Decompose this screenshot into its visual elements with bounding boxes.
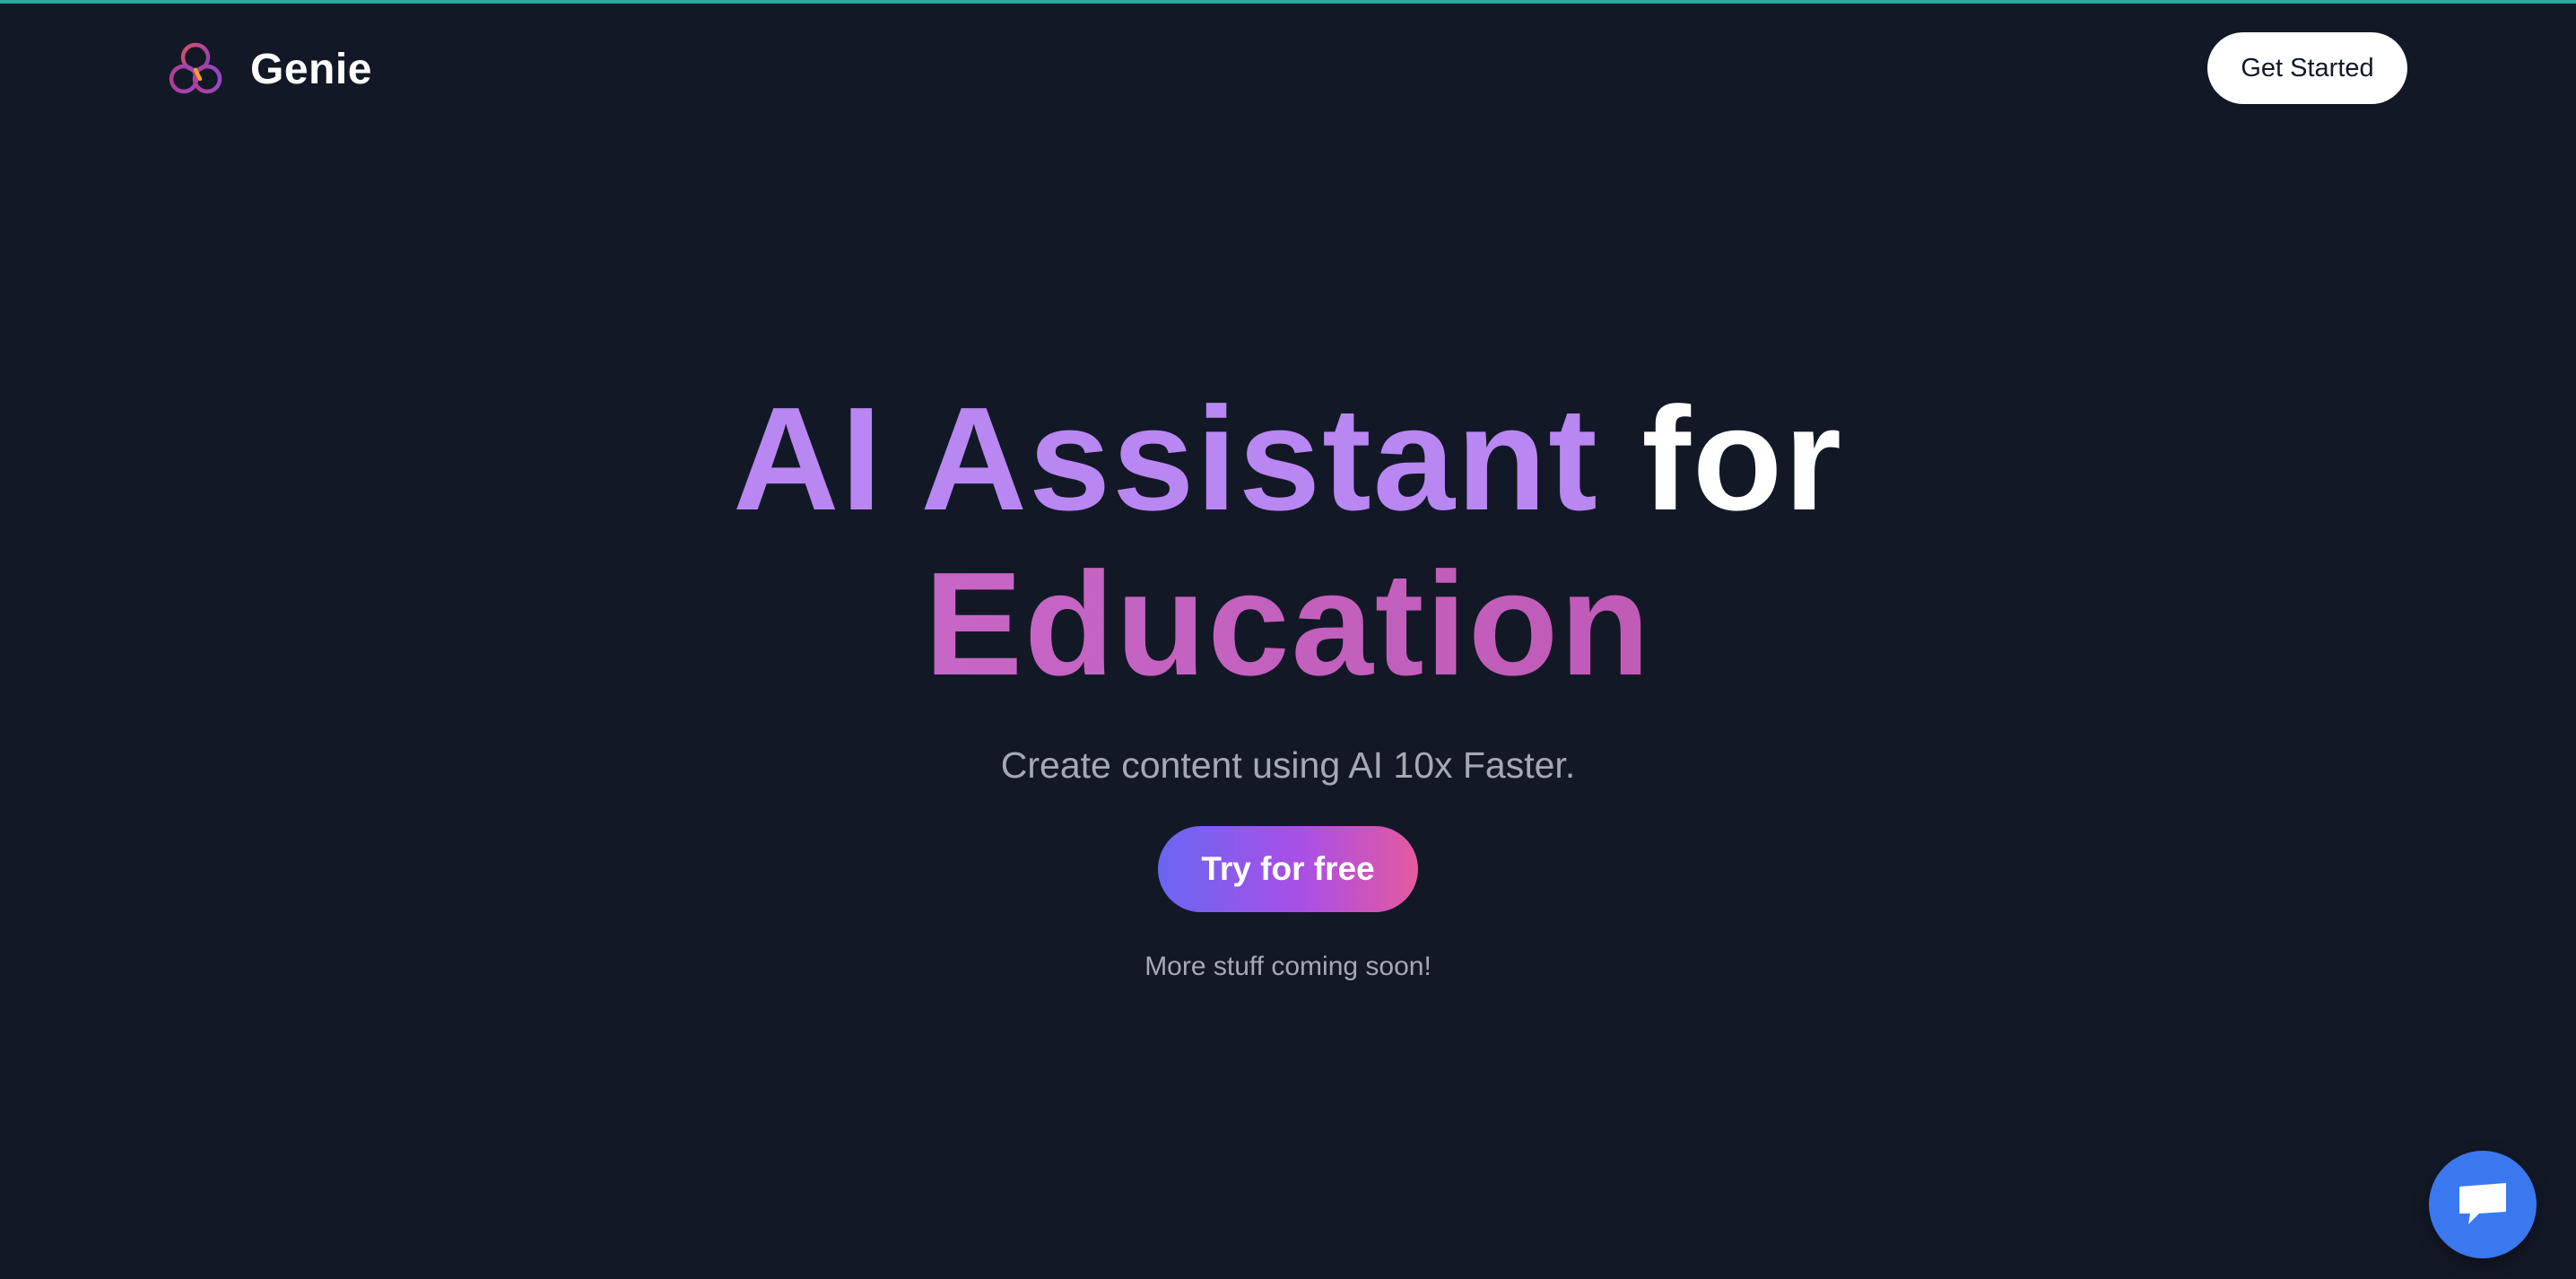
hero-title: AI Assistant for Education: [0, 377, 2576, 707]
try-for-free-button[interactable]: Try for free: [1158, 826, 1418, 912]
navbar: Genie Get Started: [0, 4, 2576, 138]
hero-title-line-1: AI Assistant for: [0, 377, 2576, 542]
brand-home-link[interactable]: Genie: [164, 38, 372, 100]
hero-section: AI Assistant for Education Create conten…: [0, 377, 2576, 982]
coming-soon-note: More stuff coming soon!: [1144, 952, 1432, 981]
hero-title-subject: Education: [924, 542, 1652, 706]
hero-title-highlight: AI Assistant: [733, 377, 1599, 541]
cta-container: Try for free: [0, 826, 2576, 912]
hero-title-connector: for: [1641, 377, 1843, 541]
chat-launcher-button[interactable]: [2429, 1151, 2537, 1258]
hero-title-line-2: Education: [0, 542, 2576, 707]
chat-bubble-icon: [2459, 1183, 2506, 1224]
brand-name: Genie: [250, 45, 372, 93]
get-started-button[interactable]: Get Started: [2207, 32, 2407, 104]
interlocking-rings-logo-icon: [169, 42, 222, 94]
hero-subtitle: Create content using AI 10x Faster.: [1000, 744, 1576, 786]
